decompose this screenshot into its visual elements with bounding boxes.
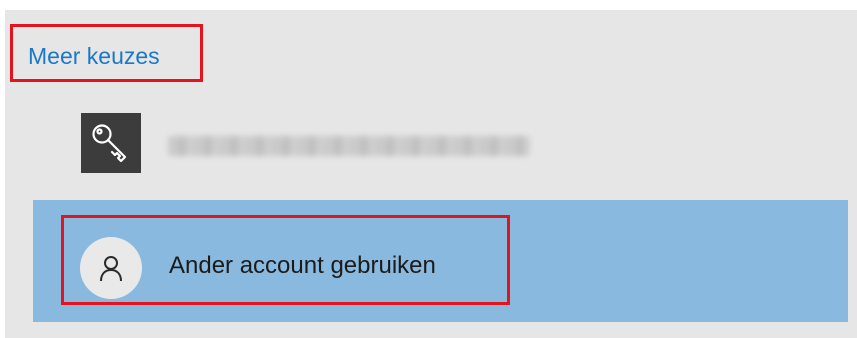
more-choices-link[interactable]: Meer keuzes	[28, 43, 160, 70]
person-avatar	[80, 237, 142, 299]
person-icon	[100, 256, 122, 282]
account-option-key-tile[interactable]	[81, 113, 141, 173]
account-option-name-redacted[interactable]	[168, 136, 530, 156]
key-icon	[92, 124, 127, 163]
other-account-label: Ander account gebruiken	[169, 252, 436, 279]
